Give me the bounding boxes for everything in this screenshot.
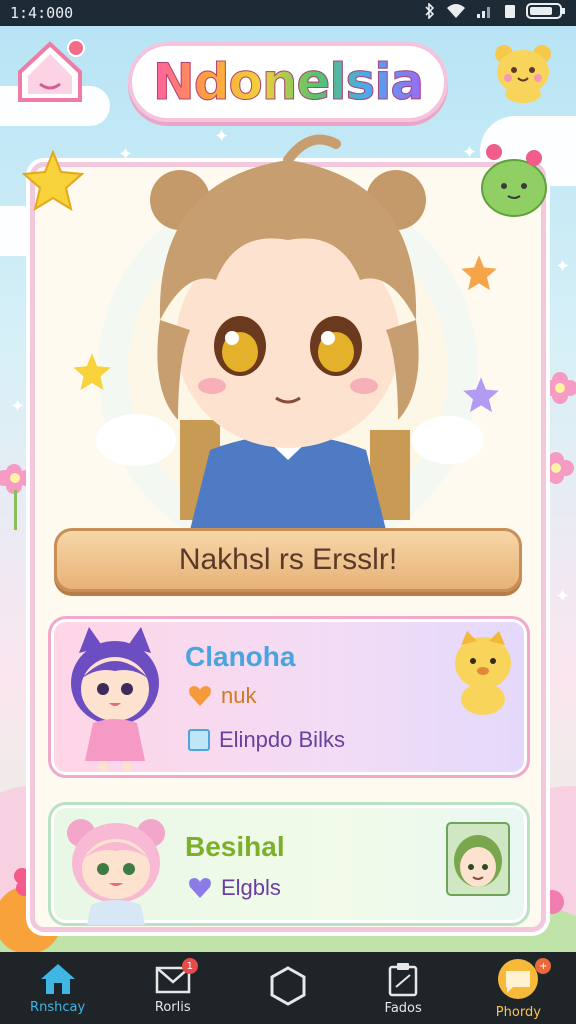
nav-home[interactable]: Rnshcay	[3, 952, 113, 1024]
star-decoration-left	[22, 150, 84, 212]
character-illustration	[96, 134, 484, 530]
heart-icon	[189, 686, 211, 706]
notification-badge: +	[535, 958, 552, 974]
status-icons	[424, 2, 566, 24]
hexagon-icon	[270, 966, 306, 1006]
profile-detail-row: nuk	[187, 683, 256, 709]
profile-card-1[interactable]: Clanoha nuk Elinpdo Bilks	[48, 616, 530, 778]
headline-text: Nakhsl rs Ersslr!	[178, 543, 398, 576]
signal-icon	[476, 3, 494, 23]
checkbox-icon[interactable]	[187, 728, 211, 752]
dog-mascot-icon	[455, 631, 511, 715]
nav-chat[interactable]: + Phordy	[463, 952, 573, 1024]
nav-label: Fados	[384, 1000, 422, 1016]
app-title-text: Ndonelsia	[152, 53, 424, 112]
nav-label: Rnshcay	[30, 999, 86, 1015]
profile-name: Clanoha	[185, 641, 296, 672]
nav-center[interactable]	[233, 952, 343, 1024]
notification-badge: 1	[181, 958, 198, 974]
profile-detail-row: Elgbls	[187, 875, 281, 901]
star-decoration-small	[73, 353, 111, 391]
star-decoration-orange	[461, 255, 497, 291]
app-title: Ndonelsia	[128, 42, 448, 122]
sim-icon	[504, 3, 516, 23]
profile-detail-text: nuk	[221, 683, 257, 708]
nav-clipboard[interactable]: Fados	[348, 952, 458, 1024]
home-icon	[40, 963, 75, 994]
mascot-button[interactable]	[490, 38, 556, 104]
cactus-mascot-icon	[481, 144, 547, 217]
profile-detail-text: Elinpdo Bilks	[219, 727, 345, 752]
headline-banner[interactable]: Nakhsl rs Ersslr!	[54, 528, 522, 592]
nav-label: Phordy	[495, 1004, 541, 1020]
heart-icon	[189, 878, 211, 898]
profile-detail-row: Elinpdo Bilks	[187, 727, 345, 753]
profile-detail-text: Elgbls	[221, 875, 281, 900]
home-icon	[18, 39, 85, 102]
battery-icon	[526, 2, 566, 24]
profile-card-2[interactable]: Besihal Elgbls	[48, 802, 530, 926]
wifi-icon	[446, 3, 466, 23]
star-decoration-purple	[463, 377, 499, 413]
status-time: 1:4:000	[10, 4, 74, 22]
clipboard-icon	[388, 962, 418, 996]
bear-mascot-icon	[495, 45, 551, 103]
nav-label: Rorlis	[154, 999, 191, 1015]
home-button[interactable]	[14, 36, 86, 104]
profile-name: Besihal	[185, 831, 285, 862]
nav-inbox[interactable]: 1 Rorlis	[118, 952, 228, 1024]
avatar	[446, 822, 510, 896]
status-bar: 1:4:000	[0, 0, 576, 26]
bluetooth-icon	[424, 2, 436, 23]
avatar	[71, 627, 159, 771]
bottom-navigation: Rnshcay 1 Rorlis Fados + Phordy	[0, 952, 576, 1024]
avatar	[67, 819, 165, 925]
